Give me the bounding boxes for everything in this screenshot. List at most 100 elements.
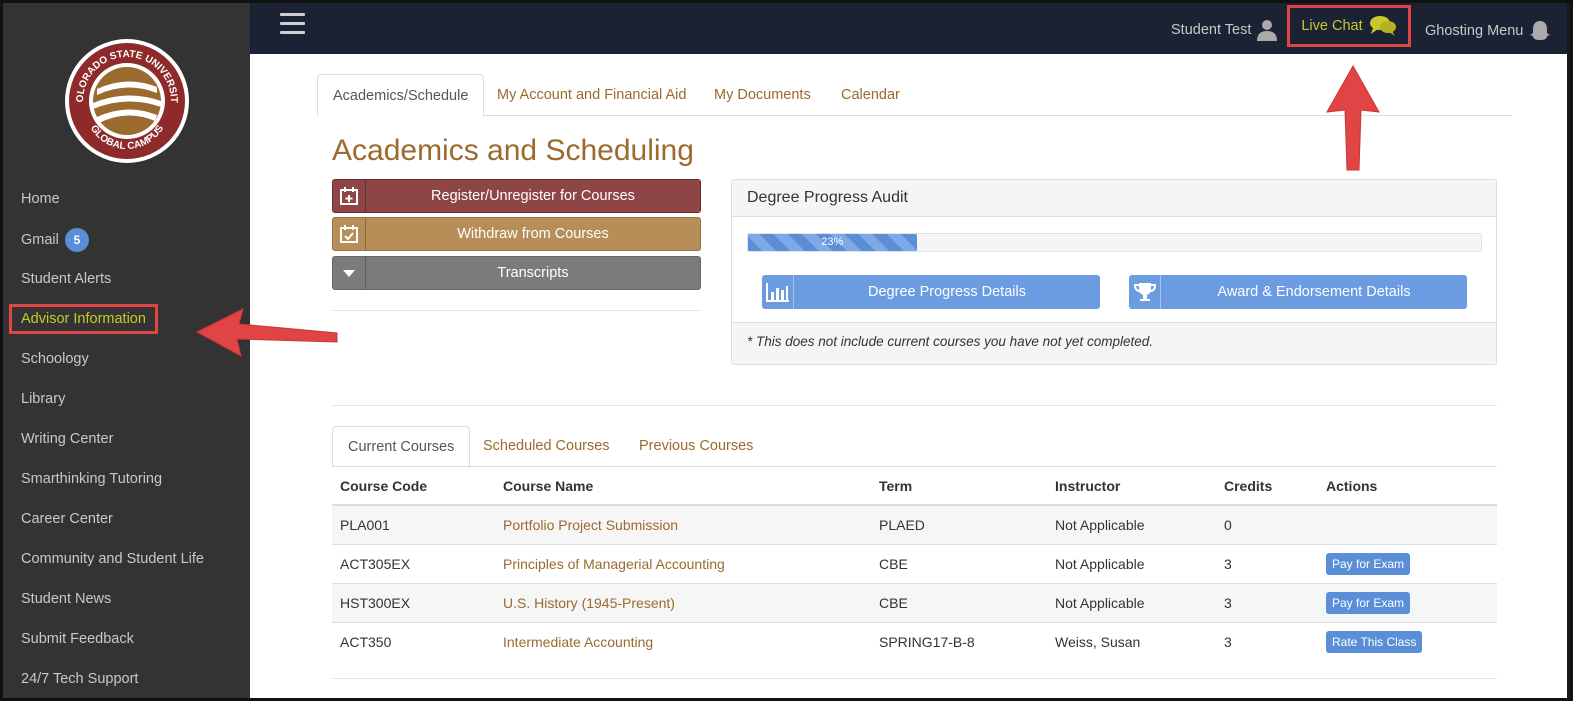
tab-current-courses[interactable]: Current Courses [332,426,471,468]
transcripts-button[interactable]: Transcripts [332,256,701,290]
sidebar-item-label: Submit Feedback [21,631,134,647]
sidebar-item-label: Smarthinking Tutoring [21,471,163,487]
live-chat-button[interactable]: Live Chat [1287,5,1411,47]
course-name-link[interactable]: Portfolio Project Submission [503,517,678,533]
user-icon [1257,20,1278,41]
page-title: Academics and Scheduling [332,134,694,167]
course-code: HST300EX [332,582,495,622]
sidebar-item-career-center[interactable]: Career Center [21,511,113,527]
course-code: ACT350 [332,621,495,661]
course-instructor: Not Applicable [1047,504,1216,544]
course-term: CBE [871,543,1047,583]
course-credits: 0 [1216,504,1318,544]
user-menu[interactable]: Student Test [1171,19,1278,41]
degree-progress-note: * This does not include current courses … [732,322,1496,364]
degree-progress-panel: Degree Progress Audit 23% Degree Progres… [731,179,1497,365]
sidebar-item-student-alerts[interactable]: Student Alerts [21,271,111,287]
tab-my-documents[interactable]: My Documents [699,74,826,116]
degree-progress-details-button[interactable]: Degree Progress Details [762,275,1100,309]
tab-academics-schedule[interactable]: Academics/Schedule [317,74,485,117]
table-row: ACT350 Intermediate Accounting SPRING17-… [332,621,1497,661]
progress-fill: 23% [748,234,917,251]
ghosting-menu[interactable]: Ghosting Menu [1425,19,1552,43]
sidebar-item-label: Community and Student Life [21,551,204,567]
course-tabs: Current Courses Scheduled Courses Previo… [332,426,1497,468]
course-name-link[interactable]: U.S. History (1945-Present) [503,595,675,611]
withdraw-courses-label: Withdraw from Courses [457,226,609,242]
transcripts-label: Transcripts [497,265,569,281]
courses-table: Course Code Course Name Term Instructor … [332,467,1497,661]
course-instructor: Not Applicable [1047,582,1216,622]
column-header: Credits [1216,467,1318,506]
course-term: SPRING17-B-8 [871,621,1047,661]
table-row: HST300EX U.S. History (1945-Present) CBE… [332,582,1497,622]
tab-scheduled-courses[interactable]: Scheduled Courses [468,426,625,467]
sidebar-item-community-student-life[interactable]: Community and Student Life [21,551,204,567]
degree-progress-details-label: Degree Progress Details [868,284,1026,300]
sidebar-item-smarthinking-tutoring[interactable]: Smarthinking Tutoring [21,471,162,487]
tab-account-financial-aid[interactable]: My Account and Financial Aid [482,74,701,116]
table-header-row: Course Code Course Name Term Instructor … [332,467,1497,506]
main-content: Academics/Schedule My Account and Financ… [250,54,1567,698]
sidebar-item-label: Writing Center [21,431,114,447]
sidebar-item-label: Student News [21,591,112,607]
sidebar-item-label: Schoology [21,351,89,367]
calendar-plus-icon [340,187,358,205]
chat-bubbles-icon [1369,16,1396,36]
tab-calendar[interactable]: Calendar [826,74,915,116]
ghosting-menu-label: Ghosting Menu [1425,23,1524,39]
withdraw-courses-button[interactable]: Withdraw from Courses [332,217,701,251]
bar-chart-icon [765,283,789,302]
sidebar-item-label: Career Center [21,511,113,527]
divider [332,678,1497,679]
sidebar-item-home[interactable]: Home [21,191,60,207]
tab-previous-courses[interactable]: Previous Courses [624,426,768,467]
pay-for-exam-button[interactable]: Pay for Exam [1326,591,1411,614]
university-logo[interactable]: COLORADO STATE UNIVERSITY GLOBAL CAMPUS [59,29,191,165]
panel-title: Degree Progress Audit [732,180,1496,217]
award-endorsement-details-button[interactable]: Award & Endorsement Details [1129,275,1467,309]
course-name-link[interactable]: Principles of Managerial Accounting [503,556,725,572]
course-credits: 3 [1216,621,1318,661]
sidebar-item-label: Gmail [21,231,59,248]
course-name-link[interactable]: Intermediate Accounting [503,634,653,650]
sidebar-item-schoology[interactable]: Schoology [21,351,89,367]
sidebar-item-label: Advisor Information [21,311,146,327]
course-code: ACT305EX [332,543,495,583]
column-header: Course Name [495,467,871,506]
sidebar-item-label: 24/7 Tech Support [21,671,139,687]
course-actions [1318,504,1497,544]
gmail-unread-badge: 5 [64,228,89,252]
course-term: CBE [871,582,1047,622]
trophy-icon [1133,283,1156,301]
course-instructor: Weiss, Susan [1047,621,1216,661]
pay-for-exam-button[interactable]: Pay for Exam [1326,552,1411,575]
sidebar: COLORADO STATE UNIVERSITY GLOBAL CAMPUS … [3,3,250,698]
column-header: Term [871,467,1047,506]
hamburger-icon[interactable] [280,13,305,40]
sidebar-item-library[interactable]: Library [21,391,65,407]
sidebar-item-label: Student Alerts [21,271,112,287]
sidebar-item-advisor-information[interactable]: Advisor Information [9,304,158,334]
sidebar-item-student-news[interactable]: Student News [21,591,111,607]
rate-this-class-button[interactable]: Rate This Class [1326,630,1423,653]
table-row: PLA001 Portfolio Project Submission PLAE… [332,504,1497,544]
course-credits: 3 [1216,543,1318,583]
live-chat-label: Live Chat [1301,18,1363,34]
sidebar-item-writing-center[interactable]: Writing Center [21,431,113,447]
course-instructor: Not Applicable [1047,543,1216,583]
sidebar-item-label: Library [21,391,66,407]
caret-down-icon [343,270,355,277]
ghost-icon [1530,21,1551,40]
user-name: Student Test [1171,22,1252,38]
divider [332,310,701,311]
register-courses-button[interactable]: Register/Unregister for Courses [332,179,701,213]
degree-progress-bar: 23% [747,233,1482,252]
sidebar-item-tech-support[interactable]: 24/7 Tech Support [21,671,138,687]
sidebar-item-submit-feedback[interactable]: Submit Feedback [21,631,134,647]
course-code: PLA001 [332,504,495,544]
table-row: ACT305EX Principles of Managerial Accoun… [332,543,1497,583]
main-tabs: Academics/Schedule My Account and Financ… [317,74,1512,117]
course-term: PLAED [871,504,1047,544]
sidebar-item-gmail[interactable]: Gmail 5 [21,228,89,252]
